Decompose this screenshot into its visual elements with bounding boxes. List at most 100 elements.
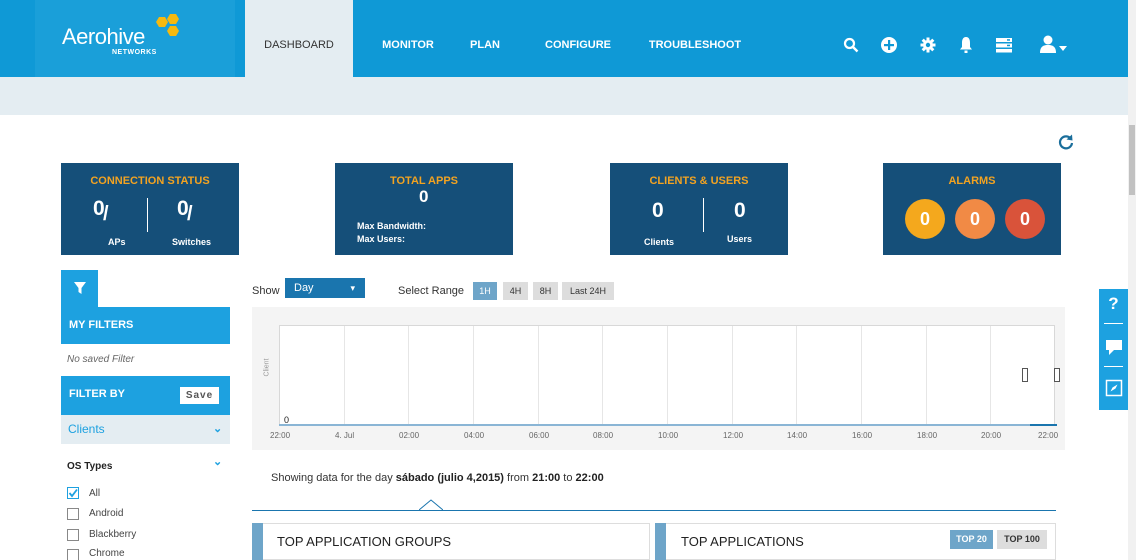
os-types-heading: OS Types <box>67 461 113 472</box>
chart-x-tick-label: 04:00 <box>464 431 485 440</box>
clients-users-title: CLIENTS & USERS <box>649 175 749 187</box>
user-menu-icon[interactable] <box>1039 35 1073 55</box>
clients-users-card[interactable]: CLIENTS & USERS <box>610 163 788 255</box>
help-icon[interactable]: ? <box>1099 294 1128 314</box>
scrollbar-thumb[interactable] <box>1129 125 1135 195</box>
add-icon[interactable] <box>880 36 898 54</box>
chart-gridline <box>796 326 797 425</box>
pointer-notch-icon <box>419 499 443 511</box>
search-icon[interactable] <box>843 37 859 53</box>
chart-x-tick-label: 02:00 <box>399 431 420 440</box>
max-users-label: Max Users: <box>357 234 406 244</box>
alarm-critical-count[interactable]: 0 <box>905 199 945 239</box>
chart-x-tick-label: 22:00 <box>270 431 291 440</box>
os-chrome-label: Chrome <box>89 548 125 559</box>
range-handle-right[interactable] <box>1054 368 1060 382</box>
tab-dashboard[interactable]: DASHBOARD <box>245 0 353 77</box>
connection-status-card[interactable]: CONNECTION STATUS <box>61 163 239 255</box>
scrollbar[interactable] <box>1128 0 1136 560</box>
chart-x-tick-label: 08:00 <box>593 431 614 440</box>
save-filter-button[interactable]: Save <box>180 387 219 404</box>
top-100-button[interactable]: TOP 100 <box>997 530 1047 549</box>
showing-from-label: from <box>507 472 530 484</box>
chevron-down-icon[interactable]: ⌄ <box>213 422 222 435</box>
switches-fraction-slash: / <box>187 203 193 225</box>
range-8h-button[interactable]: 8H <box>533 282 558 300</box>
tab-monitor[interactable]: MONITOR <box>368 0 448 77</box>
funnel-icon <box>73 282 86 294</box>
os-all-checkbox[interactable] <box>67 487 79 499</box>
range-24h-button[interactable]: Last 24H <box>562 282 614 300</box>
os-android-label: Android <box>89 508 124 519</box>
top-20-button[interactable]: TOP 20 <box>950 530 993 549</box>
help-divider <box>1104 323 1123 324</box>
chart-x-tick-label: 06:00 <box>529 431 550 440</box>
clients-filter-dropdown[interactable]: Clients <box>61 415 230 444</box>
tab-configure[interactable]: CONFIGURE <box>535 0 621 77</box>
chart-x-tick-label: 20:00 <box>981 431 1002 440</box>
chart-gridline <box>990 326 991 425</box>
period-select[interactable]: Day ▾ <box>285 278 365 298</box>
select-range-label: Select Range <box>398 285 465 297</box>
panel-accent-bar <box>655 523 666 560</box>
chart-gridline <box>344 326 345 425</box>
chart-gridline <box>408 326 409 425</box>
chart-y-axis-label: Client <box>263 358 271 377</box>
chart-baseline <box>279 424 1055 426</box>
chart-x-tick-label: 10:00 <box>658 431 679 440</box>
bell-icon[interactable] <box>959 36 973 54</box>
my-filters-header: MY FILTERS <box>61 307 230 344</box>
max-bandwidth-label: Max Bandwidth: <box>357 221 426 231</box>
chart-gridline <box>538 326 539 425</box>
logo-subtitle: NETWORKS <box>112 49 157 56</box>
clients-value: 0 <box>652 199 664 222</box>
alarms-title: ALARMS <box>948 175 996 187</box>
os-all-label: All <box>89 488 101 499</box>
clients-divider <box>703 198 704 232</box>
chevron-down-icon[interactable]: ⌄ <box>213 455 222 468</box>
os-android-checkbox[interactable] <box>67 508 79 520</box>
tab-plan[interactable]: PLAN <box>460 0 510 77</box>
checkmark-icon <box>68 488 78 498</box>
chart-gridline <box>473 326 474 425</box>
sub-header-bar <box>0 77 1128 115</box>
aps-fraction-slash: / <box>103 203 109 225</box>
os-blackberry-checkbox[interactable] <box>67 529 79 541</box>
users-value: 0 <box>734 199 746 222</box>
chart-gridline <box>861 326 862 425</box>
gear-icon[interactable] <box>920 37 936 53</box>
range-handle-left[interactable] <box>1022 368 1028 382</box>
showing-day: sábado (julio 4,2015) <box>395 472 504 484</box>
chart-gridline <box>667 326 668 425</box>
compass-icon[interactable] <box>1105 379 1123 397</box>
os-blackberry-label: Blackberry <box>89 529 137 540</box>
showing-to-time: 22:00 <box>575 472 604 484</box>
chart-x-tick-label: 22:00 <box>1038 431 1059 440</box>
showing-data-text: Showing data for the day sábado (julio 4… <box>271 472 604 484</box>
total-apps-value: 0 <box>419 187 429 206</box>
logo-hexagons-icon <box>156 14 179 36</box>
alarm-minor-count[interactable]: 0 <box>1005 199 1045 239</box>
logo-text: Aerohive <box>62 24 145 49</box>
os-chrome-checkbox[interactable] <box>67 549 79 560</box>
tab-troubleshoot[interactable]: TROUBLESHOOT <box>640 0 750 77</box>
users-label: Users <box>727 234 753 244</box>
range-1h-button[interactable]: 1H <box>473 282 497 300</box>
range-4h-button[interactable]: 4H <box>503 282 528 300</box>
alarm-major-count[interactable]: 0 <box>955 199 995 239</box>
chart-x-tick-label: 18:00 <box>917 431 938 440</box>
chart-x-tick-label: 4. Jul <box>335 431 355 440</box>
total-apps-title: TOTAL APPS <box>389 175 459 187</box>
chat-icon[interactable] <box>1105 339 1123 356</box>
no-saved-filter-text: No saved Filter <box>67 354 135 365</box>
refresh-icon[interactable] <box>1057 133 1075 151</box>
section-divider <box>252 510 1056 511</box>
top-application-groups-title: TOP APPLICATION GROUPS <box>277 534 452 549</box>
connection-status-title: CONNECTION STATUS <box>90 175 210 187</box>
chart-x-tick-label: 16:00 <box>852 431 873 440</box>
chart-x-tick-label: 12:00 <box>723 431 744 440</box>
filter-toggle-button[interactable] <box>61 270 98 307</box>
server-icon[interactable] <box>995 37 1013 53</box>
aps-label: APs <box>108 237 126 247</box>
showing-from-time: 21:00 <box>532 472 561 484</box>
